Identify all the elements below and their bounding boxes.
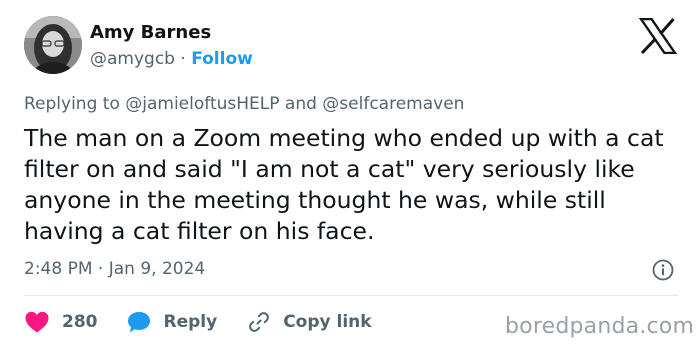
divider (24, 295, 679, 296)
mention-link[interactable]: @jamieloftusHELP (125, 94, 279, 114)
replying-to-line: Replying to @jamieloftusHELP and @selfca… (24, 93, 464, 115)
handle-separator: · (174, 49, 192, 69)
watermark: boredpanda.com (505, 314, 695, 339)
replying-to-joiner: and (279, 94, 323, 114)
mention-link[interactable]: @selfcaremaven (322, 94, 464, 114)
info-icon[interactable] (651, 258, 675, 282)
follow-button[interactable]: Follow (191, 49, 253, 69)
tweet-timestamp[interactable]: 2:48 PM · Jan 9, 2024 (24, 258, 205, 280)
author-handle-row: @amygcb · Follow (90, 48, 253, 70)
tweet-text: The man on a Zoom meeting who ended up w… (24, 124, 664, 245)
reply-label: Reply (163, 312, 218, 332)
like-count: 280 (62, 312, 98, 332)
action-bar: 280 Reply Copy link (24, 308, 372, 336)
x-logo-icon[interactable] (638, 17, 678, 55)
replying-to-prefix: Replying to (24, 94, 126, 114)
speech-bubble-icon (126, 310, 152, 334)
copy-link-button[interactable]: Copy link (247, 310, 372, 334)
like-button[interactable]: 280 (24, 310, 98, 334)
heart-icon (24, 310, 50, 334)
copy-link-label: Copy link (283, 312, 372, 332)
avatar-image (24, 16, 82, 74)
link-icon (247, 310, 271, 334)
tweet-card: Amy Barnes @amygcb · Follow Replying to … (0, 0, 700, 348)
reply-button[interactable]: Reply (126, 310, 218, 334)
avatar[interactable] (24, 16, 82, 74)
author-display-name[interactable]: Amy Barnes (90, 22, 211, 44)
author-handle[interactable]: @amygcb (90, 49, 175, 69)
